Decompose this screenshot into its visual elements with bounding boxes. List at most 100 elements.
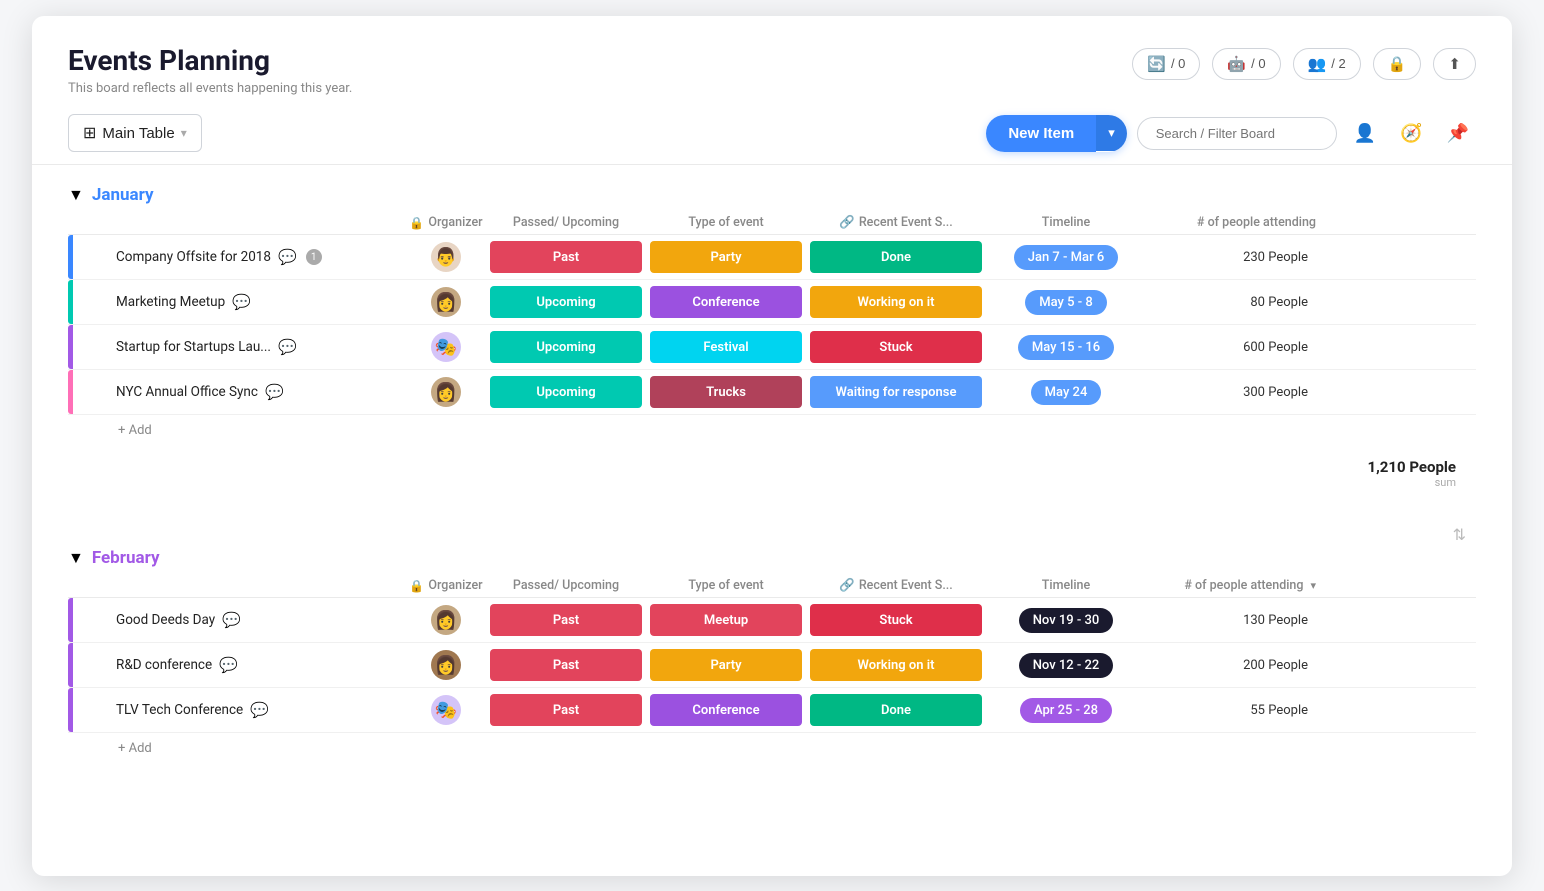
upload-btn[interactable]: ⬆ [1433, 48, 1476, 80]
avatar-cell: 👩 [406, 650, 486, 680]
bar-cell [68, 280, 106, 324]
row-name: TLV Tech Conference 💬 [106, 701, 406, 719]
row-name: NYC Annual Office Sync 💬 [106, 383, 406, 401]
event-status: Stuck [810, 604, 982, 636]
people-count: 300 People [1146, 385, 1316, 400]
activity-btn[interactable]: 🔄 / 0 [1132, 48, 1200, 80]
upload-icon: ⬆ [1448, 55, 1461, 73]
compass-icon-button[interactable]: 🧭 [1393, 119, 1429, 148]
type-status: Conference [650, 286, 802, 318]
col-passed: Passed/ Upcoming [486, 578, 646, 593]
table-row: Marketing Meetup 💬 👩 Upcoming Conference… [68, 280, 1476, 325]
add-row-feb[interactable]: + Add [68, 733, 1476, 764]
group-january-toggle[interactable]: ▼ [68, 185, 84, 205]
comment-icon[interactable]: 💬 [232, 293, 251, 311]
passed-cell: Upcoming [486, 284, 646, 320]
search-input[interactable] [1137, 117, 1337, 150]
table-row: Good Deeds Day 💬 👩 Past Meetup Stuck [68, 598, 1476, 643]
avatar-cell: 🎭 [406, 332, 486, 362]
type-cell: Conference [646, 284, 806, 320]
group-january: ▼ January 🔒 Organizer Passed/ Upcoming [68, 185, 1476, 497]
timeline-cell: Nov 12 - 22 [986, 653, 1146, 678]
main-table-button[interactable]: ⊞ Main Table ▾ [68, 114, 202, 152]
app-window: Events Planning This board reflects all … [32, 16, 1512, 876]
status-cell: Stuck [806, 602, 986, 638]
event-status: Done [810, 694, 982, 726]
passed-status: Past [490, 694, 642, 726]
status-cell: Done [806, 239, 986, 275]
type-cell: Meetup [646, 602, 806, 638]
pin-icon-button[interactable]: 📌 [1440, 119, 1476, 148]
sum-value: 1,210 People [1368, 458, 1457, 476]
passed-status: Past [490, 649, 642, 681]
avatar: 🎭 [431, 695, 461, 725]
comment-icon[interactable]: 💬 [250, 701, 269, 719]
table-row: R&D conference 💬 👩 Past Party Working on… [68, 643, 1476, 688]
row-bar [68, 325, 73, 369]
new-item-arrow-button[interactable]: ▾ [1096, 115, 1127, 151]
people-btn[interactable]: 👥 / 2 [1293, 48, 1361, 80]
passed-cell: Past [486, 602, 646, 638]
sum-row: 1,210 People sum [1368, 450, 1467, 493]
bar-cell [68, 688, 106, 732]
sum-area: 1,210 People sum [68, 446, 1476, 497]
timeline-cell: May 24 [986, 380, 1146, 405]
table-row: NYC Annual Office Sync 💬 👩 Upcoming Truc… [68, 370, 1476, 415]
people-count: 130 People [1146, 613, 1316, 628]
group-january-title: January [92, 185, 154, 205]
comment-icon[interactable]: 💬 [278, 338, 297, 356]
passed-cell: Past [486, 239, 646, 275]
type-status: Trucks [650, 376, 802, 408]
row-bar [68, 598, 73, 642]
timeline-cell: May 5 - 8 [986, 290, 1146, 315]
january-col-headers: 🔒 Organizer Passed/ Upcoming Type of eve… [68, 211, 1476, 235]
lock-icon: 🔒 [409, 216, 424, 230]
toolbar: ⊞ Main Table ▾ New Item ▾ 👤 🧭 📌 [32, 96, 1512, 165]
comment-icon[interactable]: 💬 [222, 611, 241, 629]
lock-btn[interactable]: 🔒 [1373, 48, 1422, 80]
timeline-pill: Apr 25 - 28 [1020, 698, 1112, 723]
group-february-toggle[interactable]: ▼ [68, 548, 84, 568]
user-icon-button[interactable]: 👤 [1347, 119, 1383, 148]
activity-icon: 🔄 [1147, 55, 1166, 73]
status-cell: Stuck [806, 329, 986, 365]
col-type: Type of event [646, 578, 806, 593]
bot-btn[interactable]: 🤖 / 0 [1212, 48, 1280, 80]
type-status: Conference [650, 694, 802, 726]
comment-badge: 1 [306, 249, 322, 265]
comment-icon[interactable]: 💬 [278, 248, 297, 266]
people-count: 200 People [1146, 658, 1316, 673]
passed-status: Past [490, 604, 642, 636]
type-status: Party [650, 241, 802, 273]
sort-arrow-icon[interactable]: ▾ [1310, 579, 1316, 592]
type-status: Party [650, 649, 802, 681]
timeline-pill: Nov 12 - 22 [1019, 653, 1114, 678]
passed-status: Upcoming [490, 331, 642, 363]
col-type: Type of event [646, 215, 806, 230]
timeline-cell: Jan 7 - Mar 6 [986, 245, 1146, 270]
col-organizer: 🔒 Organizer [406, 215, 486, 230]
status-cell: Done [806, 692, 986, 728]
timeline-pill: Nov 19 - 30 [1019, 608, 1114, 633]
row-bar [68, 280, 73, 324]
avatar-cell: 🎭 [406, 695, 486, 725]
sort-icon[interactable]: ⇅ [1453, 525, 1466, 544]
comment-icon[interactable]: 💬 [219, 656, 238, 674]
timeline-cell: Nov 19 - 30 [986, 608, 1146, 633]
new-item-main-button[interactable]: New Item [986, 115, 1096, 152]
col-recent: 🔗 Recent Event S... [806, 215, 986, 230]
row-name: R&D conference 💬 [106, 656, 406, 674]
comment-icon[interactable]: 💬 [265, 383, 284, 401]
main-table-label: Main Table [102, 125, 174, 142]
timeline-pill: Jan 7 - Mar 6 [1014, 245, 1119, 270]
type-cell: Party [646, 647, 806, 683]
page-title: Events Planning [68, 44, 352, 78]
event-status: Stuck [810, 331, 982, 363]
add-row[interactable]: + Add [68, 415, 1476, 446]
content: ▼ January 🔒 Organizer Passed/ Upcoming [32, 165, 1512, 808]
february-table: 🔒 Organizer Passed/ Upcoming Type of eve… [68, 574, 1476, 764]
avatar: 👩 [431, 377, 461, 407]
group-february: ▼ February 🔒 Organizer Passed/ Upcoming [68, 548, 1476, 764]
passed-cell: Upcoming [486, 374, 646, 410]
avatar: 👨 [431, 242, 461, 272]
